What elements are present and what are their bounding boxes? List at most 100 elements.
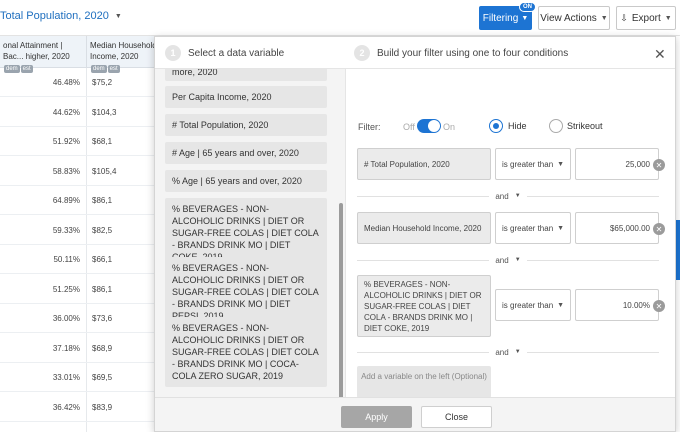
- chevron-down-icon: ▼: [114, 12, 122, 20]
- table-cell: $73,6: [92, 314, 113, 323]
- table-cell: 59.33%: [52, 225, 80, 235]
- step-number: 2: [354, 45, 370, 61]
- table-cell: 44.62%: [52, 107, 80, 117]
- filtering-status-badge: ON: [519, 2, 536, 12]
- condition-variable[interactable]: Median Household Income, 2020: [357, 212, 491, 244]
- step-label: Build your filter using one to four cond…: [377, 47, 569, 59]
- condition-variable[interactable]: # Total Population, 2020: [357, 148, 491, 180]
- toggle-off-label: Off: [403, 122, 415, 132]
- layer-dropdown[interactable]: Total Population, 2020 ▼: [0, 10, 122, 22]
- strikeout-radio[interactable]: [549, 119, 563, 133]
- dialog-footer: Apply Close: [155, 397, 675, 431]
- column-header-income[interactable]: Median Household Income, 2020 dem est: [86, 36, 160, 73]
- table-row[interactable]: 59.33% $82,5: [0, 216, 160, 245]
- toggle-on-label: On: [443, 122, 456, 132]
- table-cell: 58.83%: [52, 166, 80, 176]
- variable-item[interactable]: # Total Population, 2020: [165, 114, 327, 136]
- operator-select[interactable]: is greater than ▼: [495, 148, 571, 180]
- hide-radio[interactable]: [489, 119, 503, 133]
- table-row[interactable]: 44.62% $104,3: [0, 98, 160, 127]
- export-icon: ⇩: [620, 12, 628, 23]
- table-cell: $104,3: [92, 107, 117, 117]
- column-header-education[interactable]: onal Attainment | Bac... higher, 2020 de…: [0, 36, 86, 73]
- table-row[interactable]: 36.00% $73,6: [0, 304, 160, 333]
- value-input[interactable]: 10.00%: [575, 289, 659, 321]
- table-row[interactable]: 58.83% $105,4: [0, 157, 160, 186]
- remove-condition-icon[interactable]: ✕: [653, 300, 665, 312]
- step-1-header: 1 Select a data variable: [165, 45, 284, 61]
- variable-list: more, 2020 Per Capita Income, 2020 # Tot…: [155, 69, 345, 397]
- data-table: onal Attainment | Bac... higher, 2020 de…: [0, 36, 160, 432]
- table-cell: $68,1: [92, 137, 113, 146]
- filter-label: Filter:: [358, 122, 381, 132]
- chevron-down-icon: ▼: [514, 349, 521, 355]
- table-row[interactable]: 36.42% $83,9: [0, 393, 160, 422]
- remove-condition-icon[interactable]: ✕: [653, 223, 665, 235]
- strikeout-label: Strikeout: [567, 121, 603, 131]
- chevron-down-icon: ▼: [514, 193, 521, 199]
- variable-item[interactable]: % BEVERAGES - NON-ALCOHOLIC DRINKS | DIE…: [165, 317, 327, 387]
- table-row[interactable]: 33.01% $69,5: [0, 363, 160, 392]
- toggle-knob: [428, 120, 440, 132]
- value-input[interactable]: 25,000: [575, 148, 659, 180]
- filtering-label: Filtering: [482, 12, 519, 24]
- condition-variable[interactable]: % BEVERAGES - NON-ALCOHOLIC DRINKS | DIE…: [357, 275, 491, 337]
- table-row[interactable]: 51.92% $68,1: [0, 127, 160, 156]
- filter-toggle[interactable]: [417, 119, 441, 133]
- table-cell: 37.18%: [52, 343, 80, 353]
- table-row[interactable]: 50.11% $66,1: [0, 245, 160, 274]
- table-cell: 50.11%: [53, 255, 80, 264]
- chevron-down-icon: ▼: [557, 160, 564, 168]
- table-row[interactable]: 37.18% $68,9: [0, 334, 160, 363]
- chevron-down-icon: ▼: [664, 14, 672, 22]
- hide-label: Hide: [508, 121, 527, 131]
- operator-select[interactable]: is greater than ▼: [495, 212, 571, 244]
- table-cell: $69,5: [92, 373, 113, 382]
- and-connector[interactable]: and ▼: [357, 191, 659, 201]
- view-actions-label: View Actions: [540, 12, 597, 24]
- table-cell: 51.25%: [52, 284, 80, 294]
- table-cell: $68,9: [92, 343, 113, 353]
- remove-condition-icon[interactable]: ✕: [653, 159, 665, 171]
- chevron-down-icon: ▼: [514, 257, 521, 263]
- table-cell: $83,9: [92, 402, 113, 412]
- filter-dialog: 1 Select a data variable 2 Build your fi…: [154, 36, 676, 432]
- close-button[interactable]: Close: [421, 406, 492, 428]
- table-cell: $66,1: [92, 255, 113, 264]
- chevron-down-icon: ▼: [600, 14, 608, 22]
- step-2-header: 2 Build your filter using one to four co…: [354, 45, 568, 61]
- filter-builder: Filter: Off On Hide Strikeout # Total Po…: [345, 69, 675, 398]
- table-row[interactable]: 64.89% $86,1: [0, 186, 160, 215]
- apply-button[interactable]: Apply: [341, 406, 412, 428]
- and-connector[interactable]: and ▼: [357, 347, 659, 357]
- table-row[interactable]: 57.97%$91,9: [0, 422, 160, 432]
- chevron-down-icon: ▼: [557, 301, 564, 309]
- table-cell: 33.01%: [52, 373, 80, 382]
- view-actions-button[interactable]: View Actions ▼: [538, 6, 610, 30]
- variable-item[interactable]: more, 2020: [165, 69, 327, 81]
- operator-select[interactable]: is greater than ▼: [495, 289, 571, 321]
- variable-item[interactable]: % Age | 65 years and over, 2020: [165, 170, 327, 192]
- export-button[interactable]: ⇩ Export ▼: [616, 6, 676, 30]
- table-cell: $75,2: [92, 78, 113, 87]
- scroll-indicator[interactable]: [676, 220, 680, 280]
- table-cell: 36.42%: [52, 402, 80, 412]
- value-input[interactable]: $65,000.00: [575, 212, 659, 244]
- table-row[interactable]: 51.25% $86,1: [0, 275, 160, 304]
- chevron-down-icon: ▼: [557, 224, 564, 232]
- top-toolbar: Total Population, 2020 ▼ Filtering ▼ ON …: [0, 0, 680, 36]
- variable-item[interactable]: # Age | 65 years and over, 2020: [165, 142, 327, 164]
- add-variable-placeholder: Add a variable on the left (Optional): [357, 366, 491, 398]
- export-label: Export: [631, 12, 661, 24]
- table-cell: $86,1: [92, 196, 113, 205]
- table-cell: $105,4: [92, 166, 117, 176]
- variable-item[interactable]: Per Capita Income, 2020: [165, 86, 327, 108]
- table-row[interactable]: 46.48% $75,2: [0, 68, 160, 97]
- layer-title: Total Population, 2020: [0, 10, 109, 22]
- close-icon[interactable]: ✕: [654, 46, 666, 63]
- table-cell: $86,1: [92, 284, 113, 294]
- table-cell: $82,5: [92, 225, 113, 235]
- scrollbar[interactable]: [339, 203, 343, 397]
- table-cell: 36.00%: [52, 314, 80, 323]
- and-connector[interactable]: and ▼: [357, 255, 659, 265]
